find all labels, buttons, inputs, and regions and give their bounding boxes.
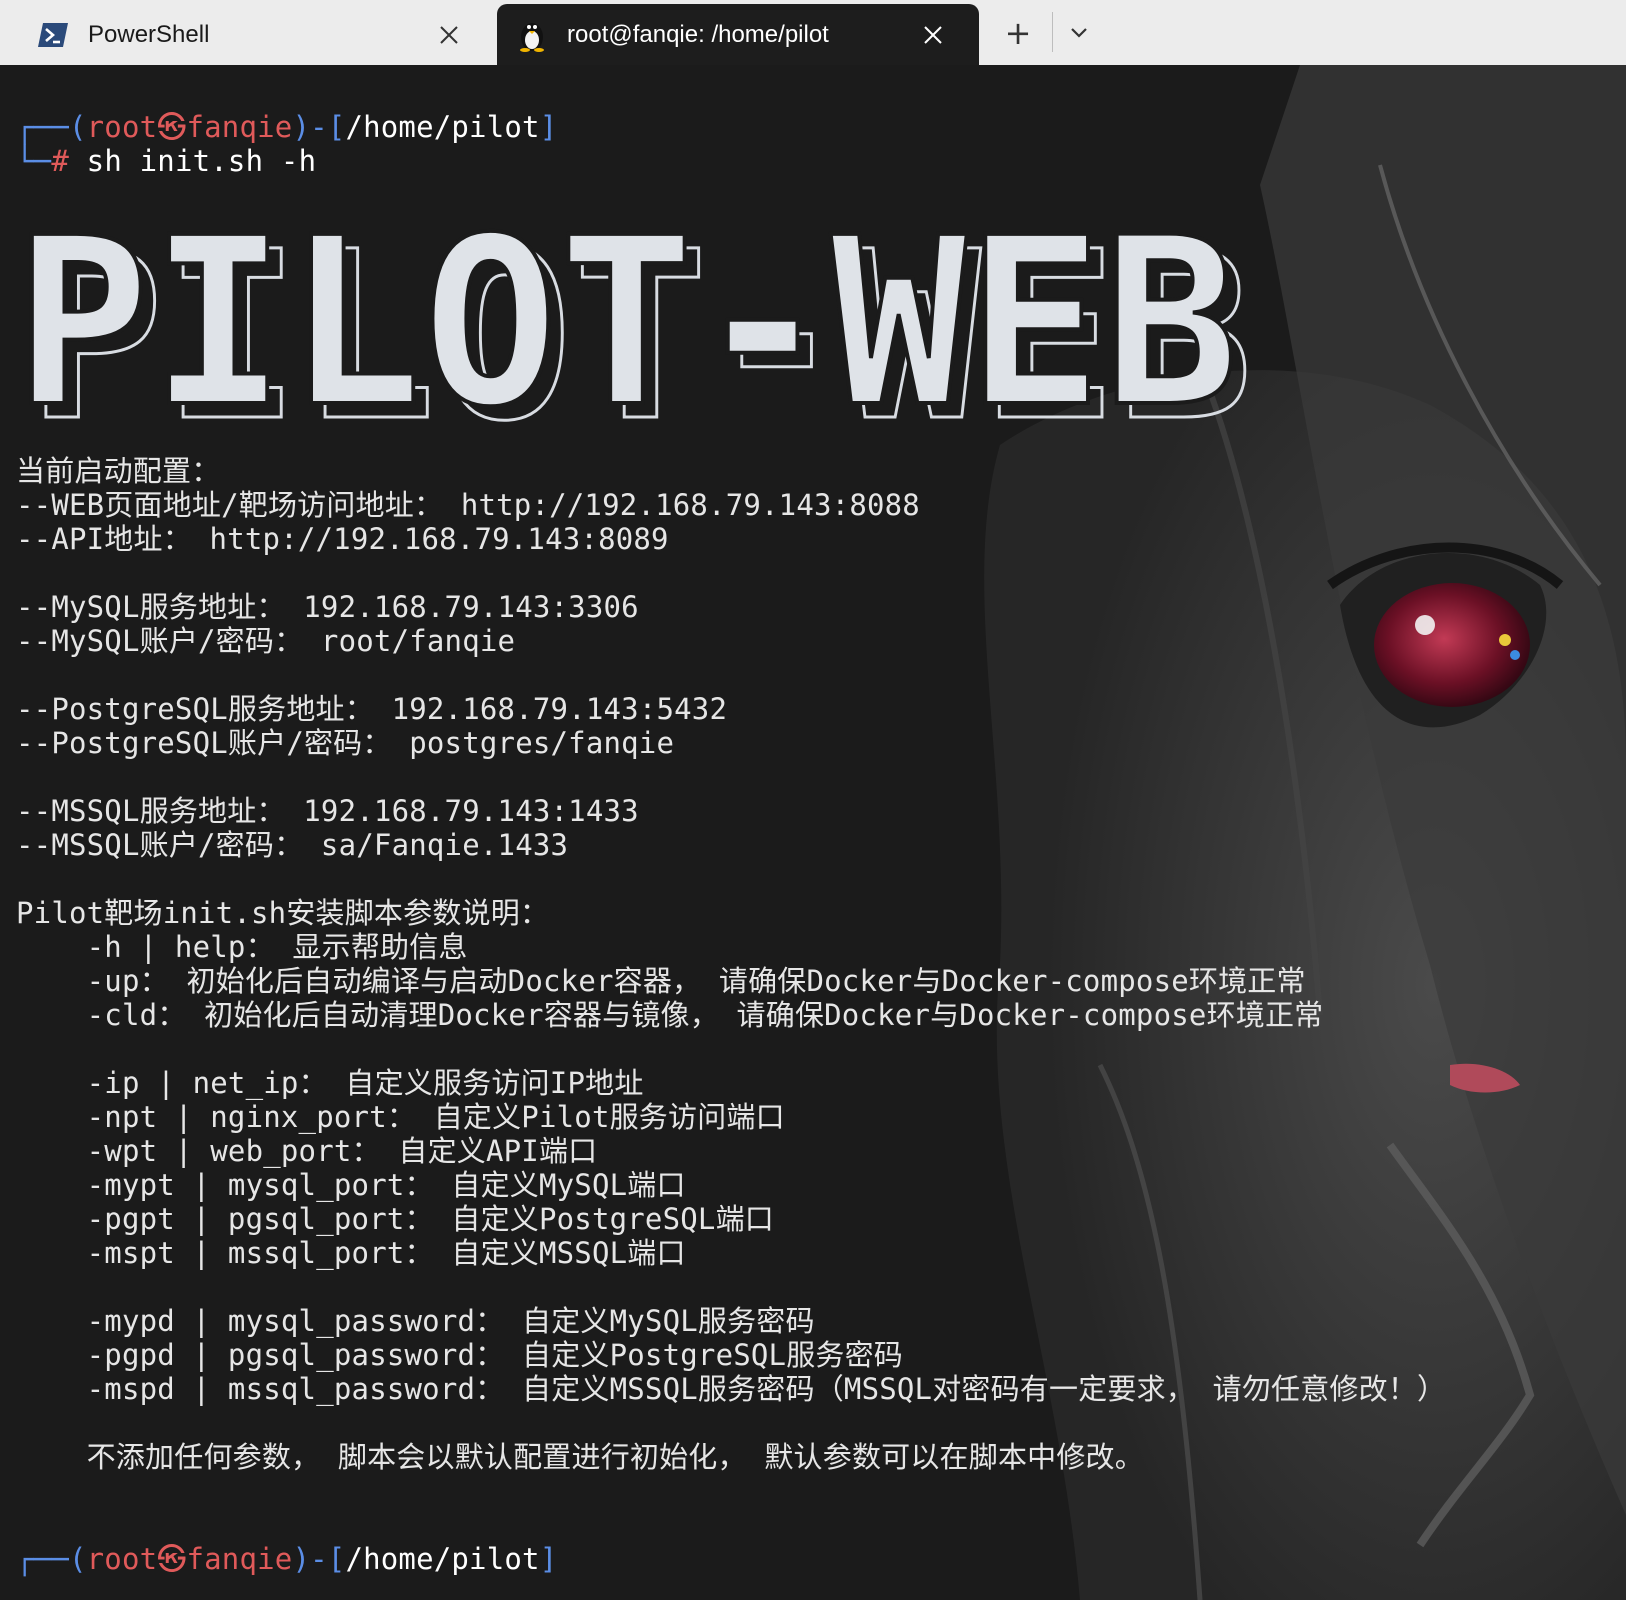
prompt-host: fanqie	[186, 110, 293, 144]
option-pgpd: -pgpd | pgsql_password： 自定义PostgreSQL服务密…	[16, 1338, 904, 1372]
option-wpt: -wpt | web_port： 自定义API端口	[16, 1134, 598, 1168]
new-tab-button[interactable]: +	[995, 10, 1041, 56]
banner-text: PILOT-WEB	[14, 213, 1239, 423]
option-up: -up： 初始化后自动编译与启动Docker容器， 请确保Docker与Dock…	[16, 964, 1306, 998]
option-mspd: -mspd | mssql_password： 自定义MSSQL服务密码（MSS…	[16, 1372, 1447, 1406]
terminal-pane[interactable]: ┌──(root㉿fanqie)-[/home/pilot] └─# sh in…	[0, 65, 1626, 1600]
option-help: -h | help： 显示帮助信息	[16, 930, 468, 964]
prompt-path: /home/pilot	[345, 110, 540, 144]
web-url-line: --WEB页面地址/靶场访问地址： http://192.168.79.143:…	[16, 488, 920, 522]
tab-label: root@fanqie: /home/pilot	[567, 20, 829, 48]
prompt-frame: ┌──(	[16, 1542, 87, 1576]
tab-label: PowerShell	[88, 20, 210, 48]
command-line: └─# sh init.sh -h	[16, 144, 316, 178]
prompt-hash: #	[51, 144, 69, 178]
chevron-down-icon[interactable]	[1056, 10, 1102, 56]
tab-powershell[interactable]: PowerShell	[0, 4, 495, 65]
prompt-line: ┌──(root㉿fanqie)-[/home/pilot]	[16, 1542, 557, 1576]
prompt-line: ┌──(root㉿fanqie)-[/home/pilot]	[16, 110, 557, 144]
prompt-at: ㉿	[157, 110, 187, 144]
option-cld: -cld： 初始化后自动清理Docker容器与镜像， 请确保Docker与Doc…	[16, 998, 1324, 1032]
option-mspt: -mspt | mssql_port： 自定义MSSQL端口	[16, 1236, 686, 1270]
tab-bar: PowerShell root@fanqie: /home/pilot +	[0, 0, 1626, 65]
divider	[1052, 12, 1053, 52]
params-header: Pilot靶场init.sh安装脚本参数说明：	[16, 896, 550, 930]
option-ip: -ip | net_ip： 自定义服务访问IP地址	[16, 1066, 644, 1100]
option-mypt: -mypt | mysql_port： 自定义MySQL端口	[16, 1168, 686, 1202]
option-mypd: -mypd | mysql_password： 自定义MySQL服务密码	[16, 1304, 815, 1338]
command-text: sh init.sh -h	[69, 144, 317, 178]
mysql-address-line: --MySQL服务地址： 192.168.79.143:3306	[16, 590, 639, 624]
prompt-user: root	[86, 1542, 158, 1576]
prompt-mid: )-[	[292, 1542, 346, 1576]
close-icon[interactable]	[913, 15, 953, 55]
close-icon[interactable]	[429, 15, 469, 55]
prompt-close: ]	[539, 110, 558, 144]
prompt-user: root	[86, 110, 158, 144]
prompt-mid: )-[	[292, 110, 346, 144]
prompt-host: fanqie	[186, 1542, 293, 1576]
option-npt: -npt | nginx_port： 自定义Pilot服务访问端口	[16, 1100, 785, 1134]
pg-account-line: --PostgreSQL账户/密码： postgres/fanqie	[16, 726, 675, 760]
config-header: 当前启动配置：	[16, 454, 221, 488]
option-pgpt: -pgpt | pgsql_port： 自定义PostgreSQL端口	[16, 1202, 774, 1236]
prompt-frame: └─	[16, 144, 52, 178]
pg-address-line: --PostgreSQL服务地址： 192.168.79.143:5432	[16, 692, 728, 726]
prompt-close: ]	[539, 1542, 558, 1576]
linux-penguin-icon	[515, 18, 549, 52]
prompt-path: /home/pilot	[345, 1542, 540, 1576]
footer-note: 不添加任何参数， 脚本会以默认配置进行初始化， 默认参数可以在脚本中修改。	[16, 1440, 1144, 1474]
pilot-web-banner: PILOT-WEB PILOT-WEB	[12, 213, 1250, 423]
mssql-address-line: --MSSQL服务地址： 192.168.79.143:1433	[16, 794, 639, 828]
powershell-icon	[36, 18, 70, 52]
mysql-account-line: --MySQL账户/密码： root/fanqie	[16, 624, 516, 658]
api-url-line: --API地址： http://192.168.79.143:8089	[16, 522, 669, 556]
tab-root-fanqie[interactable]: root@fanqie: /home/pilot	[497, 4, 979, 65]
prompt-at: ㉿	[157, 1542, 187, 1576]
mssql-account-line: --MSSQL账户/密码： sa/Fanqie.1433	[16, 828, 569, 862]
prompt-frame: ┌──(	[16, 110, 87, 144]
